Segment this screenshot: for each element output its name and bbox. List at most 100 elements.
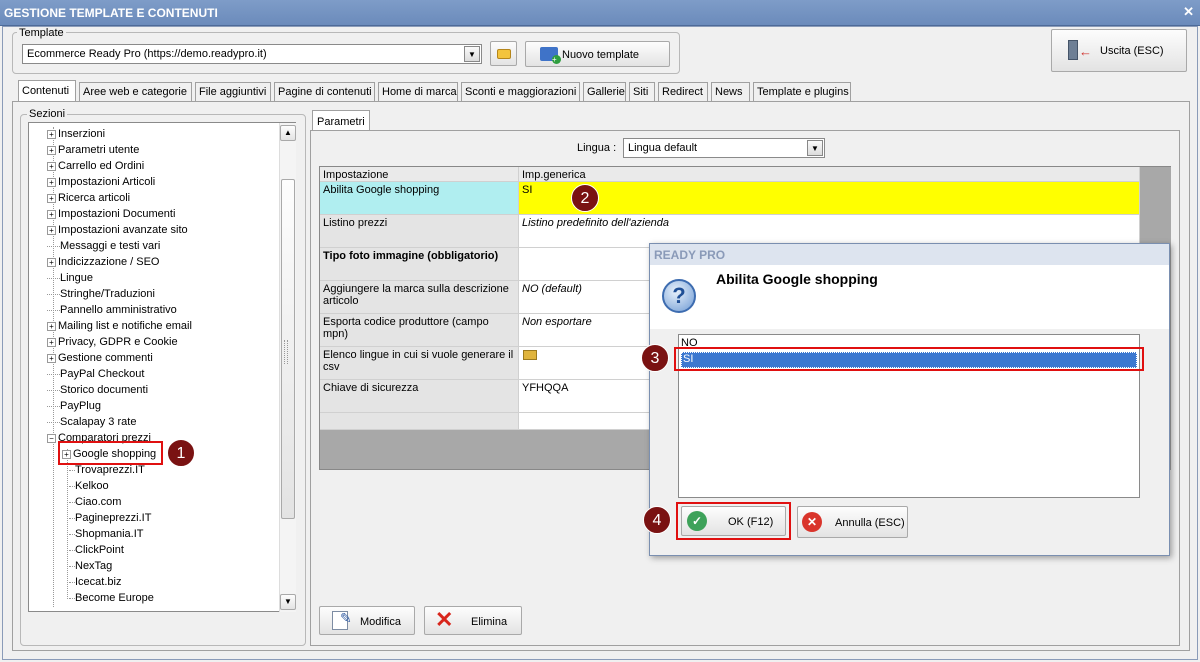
expand-icon[interactable]: + [47, 209, 56, 219]
tree-scrollbar[interactable]: ▲ ▼ [279, 123, 296, 612]
tree-child-item[interactable]: Pagineprezzi.IT [69, 510, 151, 526]
tree-item-label: Impostazioni Documenti [58, 208, 176, 220]
grid-row-empty [320, 413, 519, 430]
cancel-button[interactable]: ✕ Annulla (ESC) [797, 506, 908, 538]
tab-3[interactable]: Pagine di contenuti [274, 82, 375, 101]
tree-item-label: Gestione commenti [58, 352, 153, 364]
delete-label: Elimina [471, 616, 508, 628]
step-badge-4: 4 [643, 506, 671, 534]
tree-child-item[interactable]: Ciao.com [69, 494, 121, 510]
expand-icon[interactable]: + [47, 257, 56, 267]
edit-button[interactable]: ✎ Modifica [319, 606, 415, 635]
tab-2[interactable]: File aggiuntivi [195, 82, 271, 101]
tree-item[interactable]: PayPal Checkout [47, 366, 144, 382]
tree-item-label: Impostazioni Articoli [58, 176, 156, 188]
tab-parametri[interactable]: Parametri [312, 110, 370, 131]
tree-item[interactable]: + Parametri utente [47, 142, 139, 158]
expand-icon[interactable]: + [47, 353, 56, 363]
tree-item-label: Lingue [60, 272, 94, 284]
expand-icon[interactable]: − [47, 433, 56, 443]
folder-icon[interactable] [523, 350, 537, 360]
tree-item[interactable]: + Inserzioni [47, 126, 105, 142]
tree-item[interactable]: Lingue [47, 270, 93, 286]
step-badge-2: 2 [571, 184, 599, 212]
tab-0[interactable]: Contenuti [18, 80, 76, 101]
grid-row-label: Tipo foto immagine (obbligatorio) [320, 248, 519, 281]
tree-item-label: Messaggi e testi vari [60, 240, 161, 252]
tree-item-label: Parametri utente [58, 144, 140, 156]
tree-item[interactable]: + Ricerca articoli [47, 190, 130, 206]
tree-child-item[interactable]: Icecat.biz [69, 574, 121, 590]
tree-item-label: Privacy, GDPR e Cookie [58, 336, 178, 348]
sections-group-label: Sezioni [27, 108, 68, 120]
tree-child-item[interactable]: Kelkoo [69, 478, 109, 494]
splitter-handle[interactable] [284, 340, 288, 364]
tree-child-item[interactable]: Become Europe [69, 590, 154, 606]
tree-child-item[interactable]: ClickPoint [69, 542, 124, 558]
dialog-title: READY PRO [650, 244, 1169, 265]
tree-child-label: Shopmania.IT [75, 528, 144, 540]
new-template-button[interactable]: + Nuovo template [525, 41, 670, 67]
tree-child-item[interactable]: Shopmania.IT [69, 526, 143, 542]
new-template-label: Nuovo template [562, 49, 640, 61]
tree-item-label: Inserzioni [58, 128, 106, 140]
exit-button[interactable]: ← Uscita (ESC) [1051, 29, 1187, 72]
tree-item[interactable]: Stringhe/Traduzioni [47, 286, 155, 302]
open-folder-button[interactable] [490, 41, 517, 66]
close-icon[interactable]: ✕ [1183, 4, 1194, 20]
grid-header-setting: Impostazione [320, 167, 519, 182]
scroll-up-icon[interactable]: ▲ [280, 125, 296, 141]
tree-item[interactable]: Scalapay 3 rate [47, 414, 136, 430]
tree-item[interactable]: + Impostazioni avanzate sito [47, 222, 188, 238]
tab-10[interactable]: Template e plugins [753, 82, 851, 101]
tree-item[interactable]: + Carrello ed Ordini [47, 158, 144, 174]
scroll-down-icon[interactable]: ▼ [280, 594, 296, 610]
dialog-heading: Abilita Google shopping [716, 271, 878, 287]
tree-item[interactable]: + Indicizzazione / SEO [47, 254, 160, 270]
grid-header-value[interactable]: Imp.generica [519, 167, 1140, 182]
template-select[interactable]: Ecommerce Ready Pro (https://demo.readyp… [22, 44, 482, 64]
tree-child-label: Icecat.biz [75, 576, 122, 588]
tab-9[interactable]: News [711, 82, 750, 101]
tab-1[interactable]: Aree web e categorie [79, 82, 192, 101]
grid-row-value[interactable]: SI [519, 182, 1140, 215]
tree-item[interactable]: Pannello amministrativo [47, 302, 177, 318]
tree-item[interactable]: + Mailing list e notifiche email [47, 318, 192, 334]
tree-item[interactable]: + Privacy, GDPR e Cookie [47, 334, 178, 350]
expand-icon[interactable]: + [47, 129, 56, 139]
tree-child-item[interactable]: NexTag [69, 558, 112, 574]
chevron-down-icon[interactable]: ▼ [807, 140, 823, 156]
window-title: GESTIONE TEMPLATE E CONTENUTI [0, 0, 1200, 26]
lingua-select[interactable]: Lingua default ▼ [623, 138, 825, 158]
tree-child-label: ClickPoint [75, 544, 124, 556]
tree-item-label: Carrello ed Ordini [58, 160, 145, 172]
tree-child-label: Kelkoo [75, 480, 109, 492]
expand-icon[interactable]: + [47, 193, 56, 203]
expand-icon[interactable]: + [47, 161, 56, 171]
tab-7[interactable]: Siti [629, 82, 655, 101]
tree-item[interactable]: + Impostazioni Documenti [47, 206, 175, 222]
sections-tree[interactable]: + Inserzioni + Parametri utente + Carrello ed… [28, 122, 296, 612]
expand-icon[interactable]: + [47, 145, 56, 155]
tree-child-label: Ciao.com [75, 496, 122, 508]
tree-item[interactable]: + Gestione commenti [47, 350, 153, 366]
delete-button[interactable]: ✕ Elimina [424, 606, 522, 635]
tree-child-label: Become Europe [75, 592, 154, 604]
step-badge-1: 1 [167, 439, 195, 467]
tab-4[interactable]: Home di marca [378, 82, 458, 101]
tree-child-label: Trovaprezzi.IT [75, 464, 145, 476]
tree-item-label: PayPal Checkout [60, 368, 145, 380]
tab-5[interactable]: Sconti e maggiorazioni [461, 82, 580, 101]
expand-icon[interactable]: + [47, 321, 56, 331]
expand-icon[interactable]: + [47, 177, 56, 187]
tree-item-label: Indicizzazione / SEO [58, 256, 160, 268]
tree-item[interactable]: PayPlug [47, 398, 101, 414]
expand-icon[interactable]: + [47, 225, 56, 235]
expand-icon[interactable]: + [47, 337, 56, 347]
tab-6[interactable]: Gallerie [583, 82, 626, 101]
tree-item[interactable]: Messaggi e testi vari [47, 238, 160, 254]
tab-8[interactable]: Redirect [658, 82, 708, 101]
tree-item[interactable]: Storico documenti [47, 382, 148, 398]
tree-item[interactable]: + Impostazioni Articoli [47, 174, 155, 190]
chevron-down-icon[interactable]: ▼ [464, 46, 480, 62]
